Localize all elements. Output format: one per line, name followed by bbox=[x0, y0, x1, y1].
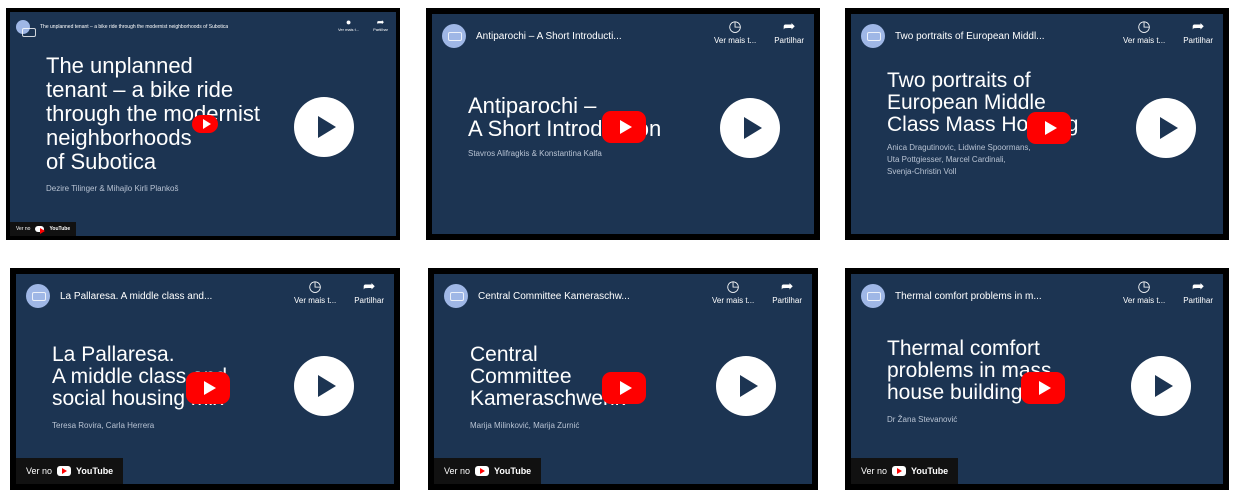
share-button[interactable]: ➦ Partilhar bbox=[1183, 278, 1213, 305]
video-card-6[interactable]: Thermal comfort problems in m... ◷ Ver ma… bbox=[845, 268, 1229, 490]
watch-later-button[interactable]: ● Ver mais t... bbox=[338, 17, 359, 32]
video-header-title[interactable]: The unplanned tenant – a bike ride throu… bbox=[40, 24, 228, 30]
play-icon bbox=[1159, 117, 1178, 139]
watch-on-youtube-link[interactable]: Ver no YouTube bbox=[16, 458, 124, 484]
video-thumbnail[interactable]: The unplanned tenant – a bike ride throu… bbox=[10, 12, 396, 236]
video-header-title[interactable]: La Pallaresa. A middle class and... bbox=[60, 291, 212, 302]
play-icon bbox=[619, 381, 632, 395]
play-icon bbox=[317, 375, 336, 397]
video-authors: Teresa Rovira, Carla Herrera bbox=[52, 421, 155, 430]
play-button[interactable] bbox=[1131, 356, 1191, 416]
video-thumbnail[interactable]: Two portraits of European Middl... ◷ Ver … bbox=[851, 14, 1223, 234]
channel-avatar[interactable] bbox=[444, 284, 468, 308]
video-authors: Dr Žana Stevanović bbox=[887, 415, 958, 424]
watch-later-button[interactable]: ◷ Ver mais t... bbox=[294, 278, 336, 305]
youtube-play-button[interactable] bbox=[1027, 112, 1071, 144]
play-button[interactable] bbox=[294, 356, 354, 416]
video-authors: Dezire Tilinger & Mihajlo Kirli Plankoš bbox=[46, 184, 179, 193]
clock-icon: ◷ bbox=[1137, 278, 1151, 295]
youtube-logo-icon bbox=[57, 466, 72, 476]
play-icon bbox=[317, 116, 336, 138]
video-card-2[interactable]: Antiparochi – A Short Introducti... ◷ Ver… bbox=[426, 8, 820, 240]
play-icon bbox=[743, 117, 762, 139]
video-header-title[interactable]: Two portraits of European Middl... bbox=[895, 31, 1045, 42]
youtube-logo-icon bbox=[35, 226, 46, 234]
video-thumbnail[interactable]: Central Committee Kameraschw... ◷ Ver mai… bbox=[434, 274, 812, 484]
clock-icon: ◷ bbox=[1137, 18, 1151, 35]
watch-on-youtube-link[interactable]: Ver no YouTube bbox=[10, 222, 77, 236]
watch-later-button[interactable]: ◷ Ver mais t... bbox=[1123, 278, 1165, 305]
watch-later-button[interactable]: ◷ Ver mais t... bbox=[712, 278, 754, 305]
watch-on-youtube-link[interactable]: Ver no YouTube bbox=[851, 458, 959, 484]
youtube-logo-icon bbox=[892, 466, 907, 476]
share-button[interactable]: ➦ Partilhar bbox=[373, 17, 388, 32]
video-header-title[interactable]: Central Committee Kameraschw... bbox=[478, 291, 630, 302]
video-thumbnail[interactable]: La Pallaresa. A middle class and... ◷ Ver… bbox=[16, 274, 394, 484]
clock-icon: ● bbox=[345, 17, 352, 27]
watch-later-button[interactable]: ◷ Ver mais t... bbox=[1123, 18, 1165, 45]
share-icon: ➦ bbox=[780, 278, 794, 295]
video-card-4[interactable]: La Pallaresa. A middle class and... ◷ Ver… bbox=[10, 268, 400, 490]
share-icon: ➦ bbox=[782, 18, 796, 35]
play-icon bbox=[1044, 121, 1057, 135]
video-header-title[interactable]: Antiparochi – A Short Introducti... bbox=[476, 31, 622, 42]
play-icon bbox=[202, 119, 211, 129]
channel-avatar[interactable] bbox=[861, 24, 885, 48]
video-card-3[interactable]: Two portraits of European Middl... ◷ Ver … bbox=[845, 8, 1229, 240]
video-thumbnail[interactable]: Antiparochi – A Short Introducti... ◷ Ver… bbox=[432, 14, 814, 234]
share-icon: ➦ bbox=[362, 278, 376, 295]
youtube-play-button[interactable] bbox=[186, 372, 230, 404]
video-authors: Stavros Alifragkis & Konstantina Kalfa bbox=[468, 149, 602, 158]
share-button[interactable]: ➦ Partilhar bbox=[772, 278, 802, 305]
channel-avatar[interactable] bbox=[16, 20, 36, 37]
youtube-play-button[interactable] bbox=[602, 111, 646, 143]
play-icon bbox=[739, 375, 758, 397]
play-button[interactable] bbox=[1136, 98, 1196, 158]
channel-avatar[interactable] bbox=[442, 24, 466, 48]
clock-icon: ◷ bbox=[728, 18, 742, 35]
video-title: The unplanned tenant – a bike ride throu… bbox=[46, 53, 261, 174]
watch-on-youtube-link[interactable]: Ver no YouTube bbox=[434, 458, 542, 484]
video-card-1[interactable]: The unplanned tenant – a bike ride throu… bbox=[6, 8, 400, 240]
share-icon: ➦ bbox=[1191, 18, 1205, 35]
share-button[interactable]: ➦ Partilhar bbox=[354, 278, 384, 305]
share-button[interactable]: ➦ Partilhar bbox=[774, 18, 804, 45]
play-button[interactable] bbox=[294, 97, 354, 157]
clock-icon: ◷ bbox=[726, 278, 740, 295]
share-button[interactable]: ➦ Partilhar bbox=[1183, 18, 1213, 45]
play-icon bbox=[1038, 381, 1051, 395]
youtube-play-button[interactable] bbox=[1021, 372, 1065, 404]
video-thumbnail[interactable]: Thermal comfort problems in m... ◷ Ver ma… bbox=[851, 274, 1223, 484]
video-authors: Marija Milinković, Marija Zurnić bbox=[470, 421, 580, 430]
share-icon: ➦ bbox=[1191, 278, 1205, 295]
channel-avatar[interactable] bbox=[26, 284, 50, 308]
video-card-5[interactable]: Central Committee Kameraschw... ◷ Ver mai… bbox=[428, 268, 818, 490]
youtube-play-button[interactable] bbox=[602, 372, 646, 404]
clock-icon: ◷ bbox=[308, 278, 322, 295]
channel-avatar[interactable] bbox=[861, 284, 885, 308]
play-icon bbox=[619, 120, 632, 134]
youtube-logo-icon bbox=[475, 466, 490, 476]
video-authors: Anica Dragutinovic, Lidwine Spoormans, U… bbox=[887, 143, 1031, 176]
play-button[interactable] bbox=[720, 98, 780, 158]
play-icon bbox=[203, 381, 216, 395]
watch-later-button[interactable]: ◷ Ver mais t... bbox=[714, 18, 756, 45]
youtube-play-button[interactable] bbox=[192, 115, 218, 133]
play-button[interactable] bbox=[716, 356, 776, 416]
share-icon: ➦ bbox=[376, 17, 385, 27]
video-header-title[interactable]: Thermal comfort problems in m... bbox=[895, 291, 1042, 302]
play-icon bbox=[1154, 375, 1173, 397]
